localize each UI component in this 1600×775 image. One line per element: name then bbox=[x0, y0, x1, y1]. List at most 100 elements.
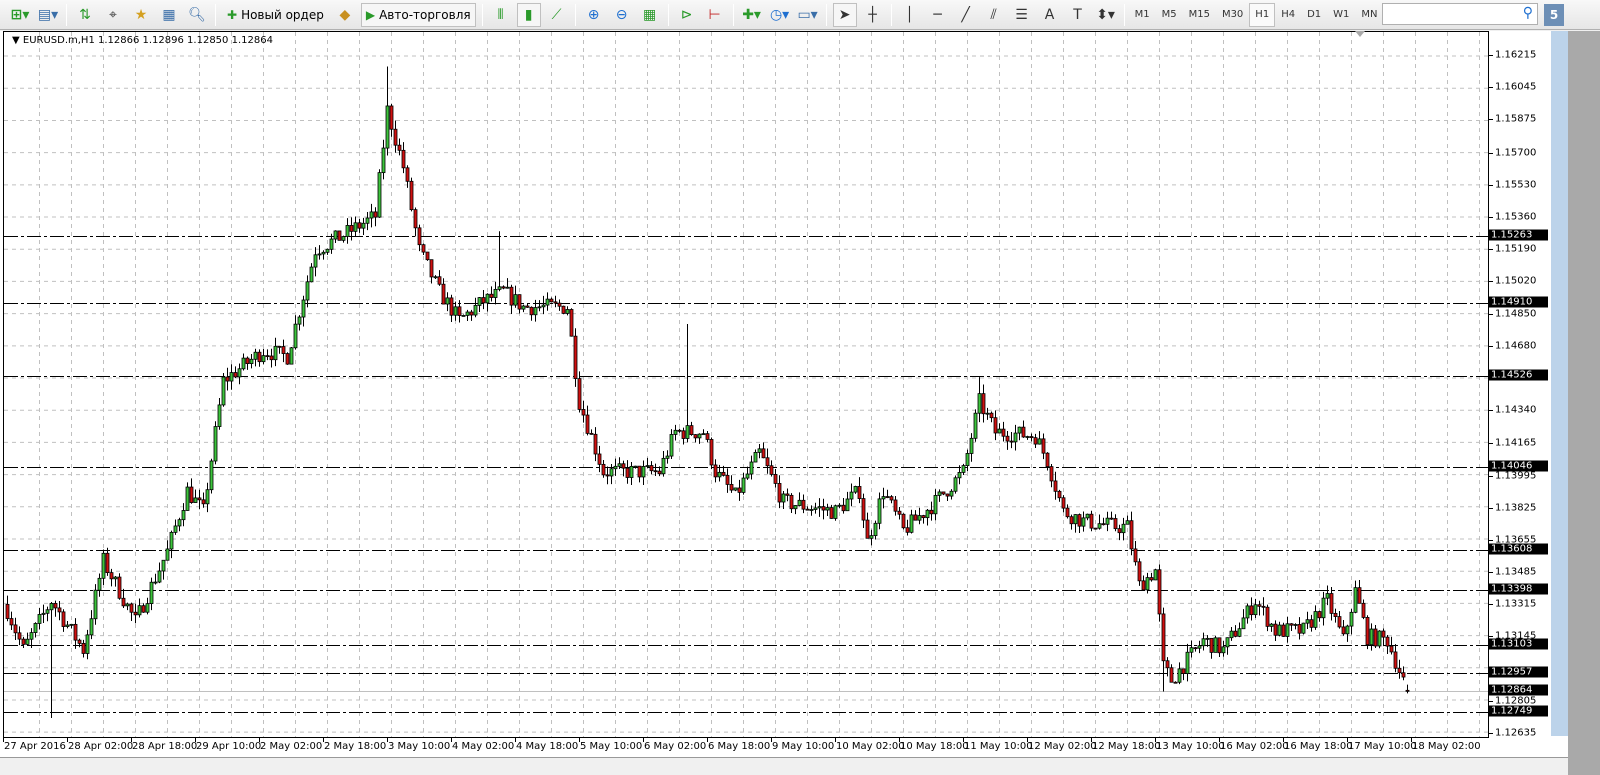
bear-candle bbox=[1065, 507, 1070, 518]
timeframe-h4[interactable]: H4 bbox=[1275, 3, 1301, 27]
fibonacci-button[interactable]: ☰ bbox=[1010, 3, 1034, 27]
equidistant-channel-button[interactable]: ⫽ bbox=[982, 3, 1006, 27]
trendline-icon: ╱ bbox=[961, 6, 970, 23]
data-window-button[interactable]: ▦ bbox=[157, 3, 181, 27]
text-button[interactable]: A bbox=[1038, 3, 1062, 27]
timeframe-m5[interactable]: M5 bbox=[1156, 3, 1183, 27]
new-chart-button[interactable]: ⊞▾ bbox=[8, 3, 32, 27]
bull-candle bbox=[833, 505, 838, 519]
bear-candle bbox=[77, 639, 82, 644]
bull-candle bbox=[1321, 597, 1326, 619]
bull-candle bbox=[669, 434, 674, 457]
arrows-button[interactable]: ⬍▾ bbox=[1094, 3, 1118, 27]
bear-candle bbox=[557, 302, 562, 307]
bear-candle bbox=[525, 305, 530, 308]
cursor-button[interactable]: ➤ bbox=[832, 2, 857, 27]
crosshair-button[interactable]: ┼ bbox=[861, 3, 885, 27]
market-watch-button[interactable]: ⇅ bbox=[73, 3, 97, 27]
timeframe-m15[interactable]: M15 bbox=[1183, 3, 1216, 27]
bear-candle bbox=[705, 433, 710, 440]
timeframe-m1[interactable]: M1 bbox=[1129, 3, 1156, 27]
bear-candle bbox=[1021, 426, 1026, 438]
bull-candle bbox=[1225, 637, 1230, 648]
timeframe-mn[interactable]: MN bbox=[1355, 3, 1383, 27]
bull-candle bbox=[89, 618, 94, 636]
indicators-button[interactable]: ✚▾ bbox=[740, 3, 764, 27]
bull-candle bbox=[809, 509, 814, 511]
timeframe-d1[interactable]: D1 bbox=[1301, 3, 1327, 27]
navigator-button[interactable]: ⌖ bbox=[101, 3, 125, 27]
bar-chart-icon: ⫴ bbox=[497, 6, 504, 23]
zoom-out-button[interactable]: ⊖ bbox=[610, 3, 634, 27]
bull-candle bbox=[533, 307, 538, 316]
tile-windows-button[interactable]: ▦ bbox=[638, 3, 662, 27]
separator bbox=[481, 3, 483, 26]
bear-candle bbox=[81, 642, 86, 654]
bar-chart-button[interactable]: ⫴ bbox=[489, 3, 513, 27]
time-label: 28 Apr 02:00 bbox=[68, 741, 134, 752]
bull-candle bbox=[1253, 604, 1258, 616]
profiles-button[interactable]: ▤▾ bbox=[36, 3, 60, 27]
bull-candle bbox=[925, 509, 930, 519]
zoom-in-button[interactable]: ⊕ bbox=[582, 3, 606, 27]
price-axis[interactable]: 1.16215 1.16045 1.15875 1.15700 1.15530 1.153… bbox=[1489, 31, 1550, 739]
vertical-scrollbar[interactable] bbox=[1551, 31, 1568, 736]
bear-candle bbox=[677, 429, 682, 432]
bear-candle bbox=[1129, 520, 1134, 550]
chart-plot-area[interactable]: ▼ EURUSD.m,H1 1.12866 1.12896 1.12850 1.… bbox=[3, 31, 1489, 738]
bear-candle bbox=[821, 506, 826, 511]
metaeditor-button[interactable]: ◆ bbox=[333, 3, 357, 27]
strategy-tester-button[interactable]: 🔍︎ bbox=[185, 3, 209, 27]
bull-candle bbox=[253, 351, 258, 360]
bull-candle bbox=[453, 306, 458, 316]
bear-candle bbox=[1365, 617, 1370, 646]
bull-candle bbox=[1245, 605, 1250, 619]
chart-shift-button[interactable]: ⊢ bbox=[703, 3, 727, 27]
bull-candle bbox=[825, 507, 830, 511]
notifications-badge[interactable]: 5 bbox=[1544, 4, 1564, 26]
new-order-label: Новый ордер bbox=[241, 7, 324, 22]
bear-candle bbox=[605, 474, 610, 477]
search-input[interactable]: ⚲ bbox=[1382, 3, 1538, 25]
text-label-button[interactable]: T bbox=[1066, 3, 1090, 27]
bear-candle bbox=[725, 474, 730, 485]
autoscroll-button[interactable]: ⊳ bbox=[675, 3, 699, 27]
favorites-button[interactable]: ★ bbox=[129, 3, 153, 27]
bull-candle bbox=[701, 433, 706, 436]
separator bbox=[667, 3, 669, 26]
auto-trading-button[interactable]: ▶ Авто-торговля bbox=[360, 2, 476, 27]
bear-candle bbox=[585, 414, 590, 434]
price-label: 1.13485 bbox=[1495, 566, 1537, 578]
bear-candle bbox=[1061, 497, 1066, 509]
bull-candle bbox=[917, 515, 922, 521]
bear-candle bbox=[405, 167, 410, 182]
line-chart-icon: ⟋ bbox=[551, 6, 562, 23]
bull-candle bbox=[229, 372, 234, 382]
candlestick-button[interactable]: ▮ bbox=[516, 2, 541, 27]
timeframe-m30[interactable]: M30 bbox=[1216, 3, 1249, 27]
bear-candle bbox=[1273, 623, 1278, 636]
line-chart-button[interactable]: ⟋ bbox=[545, 3, 569, 27]
bear-candle bbox=[1101, 523, 1106, 526]
chart-shift-marker[interactable] bbox=[1355, 31, 1365, 37]
new-order-button[interactable]: ✚ Новый ордер bbox=[222, 3, 329, 27]
bear-candle bbox=[53, 603, 58, 609]
collapse-triangle-icon[interactable]: ▼ bbox=[12, 35, 23, 46]
time-axis[interactable]: 27 Apr 2016 28 Apr 02:00 28 Apr 18:00 29 Ap… bbox=[3, 738, 1489, 758]
price-label: 1.14340 bbox=[1495, 404, 1537, 416]
vertical-line-button[interactable]: │ bbox=[898, 3, 922, 27]
periods-button[interactable]: ◷▾ bbox=[768, 3, 792, 27]
horizontal-line-button[interactable]: ─ bbox=[926, 3, 950, 27]
bear-candle bbox=[721, 471, 726, 476]
bull-candle bbox=[365, 217, 370, 224]
templates-button[interactable]: ▭▾ bbox=[796, 3, 820, 27]
bull-candle bbox=[41, 612, 46, 615]
timeframe-w1[interactable]: W1 bbox=[1327, 3, 1355, 27]
candlestick-chart bbox=[4, 32, 1488, 737]
bull-candle bbox=[1097, 523, 1102, 529]
timeframe-h1[interactable]: H1 bbox=[1249, 2, 1276, 27]
bull-candle bbox=[933, 495, 938, 515]
trendline-button[interactable]: ╱ bbox=[954, 3, 978, 27]
time-label: 13 May 10:00 bbox=[1156, 741, 1225, 752]
bear-candle bbox=[201, 499, 206, 505]
